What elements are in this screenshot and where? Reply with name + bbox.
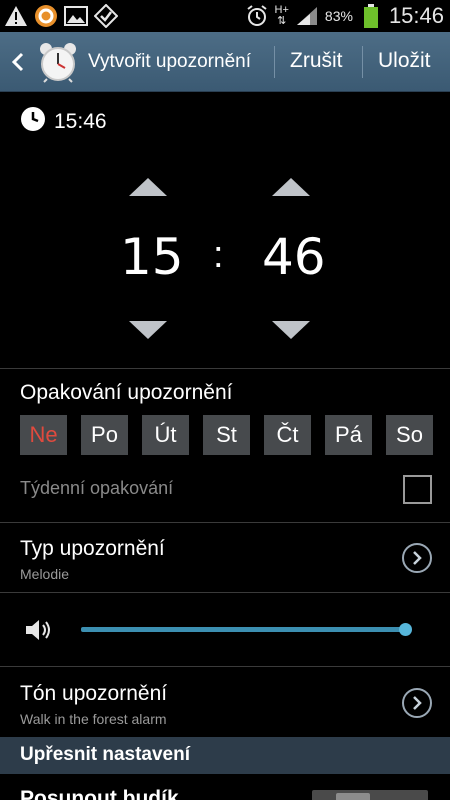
action-divider — [362, 46, 363, 78]
divider — [0, 522, 450, 523]
signal-icon — [295, 4, 319, 28]
action-bar: Vytvořit upozornění Zrušit Uložit — [0, 32, 450, 92]
volume-slider[interactable] — [81, 627, 405, 632]
advanced-settings-title: Upřesnit nastavení — [20, 744, 190, 765]
day-button-monday[interactable]: Po — [81, 415, 128, 455]
minute-value[interactable]: 46 — [262, 228, 326, 286]
alarm-tone-value: Walk in the forest alarm — [20, 711, 167, 727]
day-button-saturday[interactable]: So — [386, 415, 433, 455]
alarm-icon — [245, 4, 269, 28]
weekly-repeat-label: Týdenní opakování — [20, 478, 174, 498]
clock-icon — [20, 106, 46, 137]
volume-icon — [24, 618, 54, 647]
weekly-repeat-checkbox[interactable] — [403, 475, 432, 504]
screen-title: Vytvořit upozornění — [88, 51, 251, 72]
day-button-wednesday[interactable]: St — [203, 415, 250, 455]
action-divider — [274, 46, 275, 78]
divider — [0, 666, 450, 667]
hour-decrease-button[interactable] — [129, 321, 167, 339]
current-time-row: 15:46 — [20, 106, 107, 137]
minute-decrease-button[interactable] — [272, 321, 310, 339]
chevron-right-icon[interactable] — [402, 688, 432, 718]
day-button-thursday[interactable]: Čt — [264, 415, 311, 455]
alarm-tone-title: Tón upozornění — [20, 682, 168, 705]
alarm-type-value: Melodie — [20, 566, 70, 582]
day-button-sunday[interactable]: Ne — [20, 415, 67, 455]
status-bar: H+ ⇅ 83% 15:46 — [0, 0, 450, 32]
repeat-title: Opakování upozornění — [20, 381, 233, 404]
status-time: 15:46 — [388, 3, 444, 28]
system-icons: H+ ⇅ 83% 15:46 — [245, 3, 444, 29]
gallery-icon — [64, 4, 88, 28]
divider — [0, 368, 450, 369]
alarm-clock-icon — [38, 41, 78, 83]
back-icon[interactable] — [8, 50, 28, 74]
notification-icons — [4, 4, 118, 28]
checkmark-app-icon — [94, 4, 118, 28]
repeat-days: Ne Po Út St Čt Pá So — [20, 415, 433, 455]
toggle-knob — [336, 793, 370, 800]
hour-value[interactable]: 15 — [120, 228, 184, 286]
cancel-button[interactable]: Zrušit — [290, 49, 343, 73]
warning-icon — [4, 4, 28, 28]
save-button[interactable]: Uložit — [378, 49, 431, 73]
divider — [0, 592, 450, 593]
time-separator: : — [213, 234, 224, 276]
battery-percent: 83% — [324, 8, 353, 24]
alarm-type-title: Typ upozornění — [20, 537, 165, 560]
network-label: H+ — [274, 4, 289, 16]
snooze-toggle[interactable] — [312, 790, 428, 800]
advanced-settings-header: Upřesnit nastavení — [0, 737, 450, 774]
chat-icon — [34, 4, 58, 28]
day-button-tuesday[interactable]: Út — [142, 415, 189, 455]
volume-slider-thumb[interactable] — [399, 623, 412, 636]
battery-icon — [359, 4, 383, 28]
current-time: 15:46 — [54, 109, 107, 133]
day-button-friday[interactable]: Pá — [325, 415, 372, 455]
network-hplus-icon: H+ ⇅ — [274, 4, 289, 27]
snooze-title: Posunout budík — [20, 787, 179, 800]
hour-increase-button[interactable] — [129, 178, 167, 196]
minute-increase-button[interactable] — [272, 178, 310, 196]
chevron-right-icon[interactable] — [402, 543, 432, 573]
